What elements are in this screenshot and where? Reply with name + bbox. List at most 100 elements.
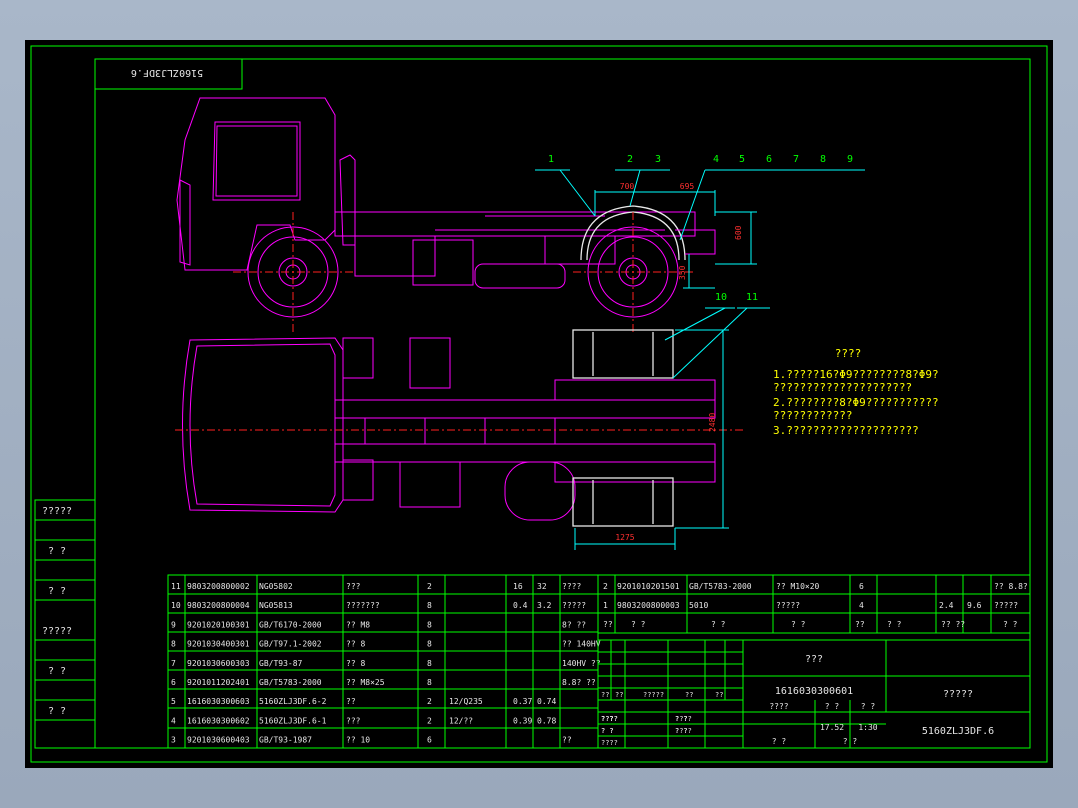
title-label-b: ???? — [601, 715, 618, 723]
note-line-5: 3.???????????????????? — [773, 424, 919, 437]
bom-left-cell: 8 — [427, 620, 432, 629]
bom-left-cell: ??? — [346, 582, 361, 591]
title-sheet-2: ? ? — [843, 737, 858, 746]
bom-left-cell: 8 — [427, 659, 432, 668]
bom-left-cell: GB/T5783-2000 — [259, 678, 322, 687]
bom-left-cell: 5160ZLJ3DF.6-2 — [259, 697, 327, 706]
bom-left-cell: 10 — [171, 601, 181, 610]
balloon-4: 4 — [713, 154, 719, 165]
drawing-code-mirrored: 5160ZLJ3DF.6 — [131, 67, 203, 78]
title-label-b2: ???? — [675, 715, 692, 723]
bom-left-cell: ???? — [562, 582, 581, 591]
bom-left-cell: ?? 8 — [346, 640, 365, 649]
bom-left-cell: GB/T97.1-2002 — [259, 640, 322, 649]
bom-left-cell: 9 — [171, 620, 176, 629]
bom-left-cell: ?? M8 — [346, 620, 370, 629]
bom-right-footer-cell: ? ? — [631, 620, 646, 629]
dim-1275: 1275 — [615, 533, 634, 542]
note-line-4: ???????????? — [773, 409, 852, 422]
bom-right-footer-cell: ?? — [855, 620, 865, 629]
notes-title: ???? — [835, 347, 862, 360]
bom-left-cell: ??? — [346, 716, 361, 725]
bom-left-cell: 9201011202401 — [187, 678, 250, 687]
bom-left-cell: 9201030600403 — [187, 736, 250, 745]
bom-right-cell: 9.6 — [967, 601, 982, 610]
title-label-a: ?? — [601, 691, 609, 699]
balloon-8: 8 — [820, 154, 826, 165]
bom-left-cell: 4 — [171, 716, 176, 725]
bom-left-cell: 8 — [427, 601, 432, 610]
bom-right-footer-cell: ?? ?? — [941, 620, 965, 629]
title-label-a: ?? — [685, 691, 693, 699]
bom-left-cell: 16 — [513, 582, 523, 591]
bom-left-cell: 8.8? ?? — [562, 678, 596, 687]
bom-right-cell: 2 — [603, 582, 608, 591]
title-scale: 1:30 — [858, 723, 877, 732]
technical-notes: ???? 1.?????16?Φ9????????8?Φ9? ?????????… — [773, 347, 939, 437]
bom-right-cell: 1 — [603, 601, 608, 610]
bom-left-cell: 8 — [427, 678, 432, 687]
title-label-a: ????? — [643, 691, 664, 699]
bom-right-footer-cell: ? ? — [1003, 620, 1018, 629]
title-label-c0: ???? — [769, 702, 788, 711]
mud-flap-lower — [572, 477, 674, 527]
bom-left-cell: NG05802 — [259, 582, 293, 591]
strip-label-2: ? ? — [48, 546, 66, 557]
balloon-10: 10 — [715, 292, 727, 303]
bom-left-cell: 6 — [171, 678, 176, 687]
bom-left-cell: 6 — [427, 736, 432, 745]
cad-drawing-viewport[interactable]: 5160ZLJ3DF.6 ????? ? ? ? ? ????? ? ? ? ? — [25, 40, 1053, 768]
bom-left-cell: 0.4 — [513, 601, 528, 610]
bom-left-cell: 9201030600303 — [187, 659, 250, 668]
bom-left-cell: 0.37 — [513, 697, 532, 706]
side-view-truck — [176, 97, 716, 332]
bom-left-cell: 0.78 — [537, 716, 556, 725]
balloon-7: 7 — [793, 154, 799, 165]
bom-left-cell: 8 — [427, 640, 432, 649]
bom-right-cell: 9201010201501 — [617, 582, 680, 591]
bom-right-footer-cell: ? ? — [887, 620, 902, 629]
bom-left-cells: 11 9803200800002 NG05802??? 2 16 32 ???? 10 9803… — [171, 582, 601, 745]
bom-left-cell: 9803200800004 — [187, 601, 250, 610]
strip-label-3: ? ? — [48, 586, 66, 597]
bom-right-cell: 9803200800003 — [617, 601, 680, 610]
bom-right-cell: ?? 8.8? — [994, 582, 1028, 591]
bom-left-cell: NG05813 — [259, 601, 293, 610]
bom-left-cell: 1616030300603 — [187, 697, 250, 706]
bom-right-footer-cell: ? ? — [711, 620, 726, 629]
title-label-c: ???? — [601, 739, 618, 747]
bom-left-cell: ?? 10 — [346, 736, 370, 745]
strip-label-5: ? ? — [48, 666, 66, 677]
bom-left-cell: 1616030300602 — [187, 716, 250, 725]
title-label-c: ? ? — [601, 727, 614, 735]
balloon-1: 1 — [548, 154, 554, 165]
cad-drawing: 5160ZLJ3DF.6 ????? ? ? ? ? ????? ? ? ? ? — [30, 45, 1048, 763]
bom-left-cell: GB/T93-87 — [259, 659, 303, 668]
strip-label-4: ????? — [42, 626, 72, 637]
dim-2480: 2480 — [708, 413, 717, 432]
title-label-c2: ? ? — [861, 702, 876, 711]
dim-600: 600 — [734, 225, 743, 240]
bom-left-cell: 5 — [171, 697, 176, 706]
title-label-a: ?? — [615, 691, 623, 699]
top-balloons: 1 2 3 4 5 6 7 8 9 — [535, 154, 865, 241]
bom-left-cell: ?? — [346, 697, 356, 706]
bom-left-cell: 11 — [171, 582, 181, 591]
balloon-9: 9 — [847, 154, 853, 165]
title-part-no: 1616030300601 — [775, 686, 853, 697]
bom-left-cell: 7 — [171, 659, 176, 668]
bom-left-cell: 9803200800002 — [187, 582, 250, 591]
bom-left-cell: 3.2 — [537, 601, 552, 610]
bom-left-cell: 2 — [427, 697, 432, 706]
bom-right-footer-cell: ?? — [603, 620, 613, 629]
bom-left-cell: ?? 8 — [346, 659, 365, 668]
bom-left-cell: ?? — [562, 736, 572, 745]
note-line-2: ????????????????????? — [773, 381, 912, 394]
bom-left-cell: ??????? — [346, 601, 380, 610]
strip-label-1: ????? — [42, 506, 72, 517]
bom-right-cell: ?? M10×20 — [776, 582, 820, 591]
bom-left-cell: 8? ?? — [562, 620, 586, 629]
bom-left-cell: 32 — [537, 582, 547, 591]
title-name: ??? — [805, 654, 823, 665]
bom-right-cell: ????? — [994, 601, 1018, 610]
